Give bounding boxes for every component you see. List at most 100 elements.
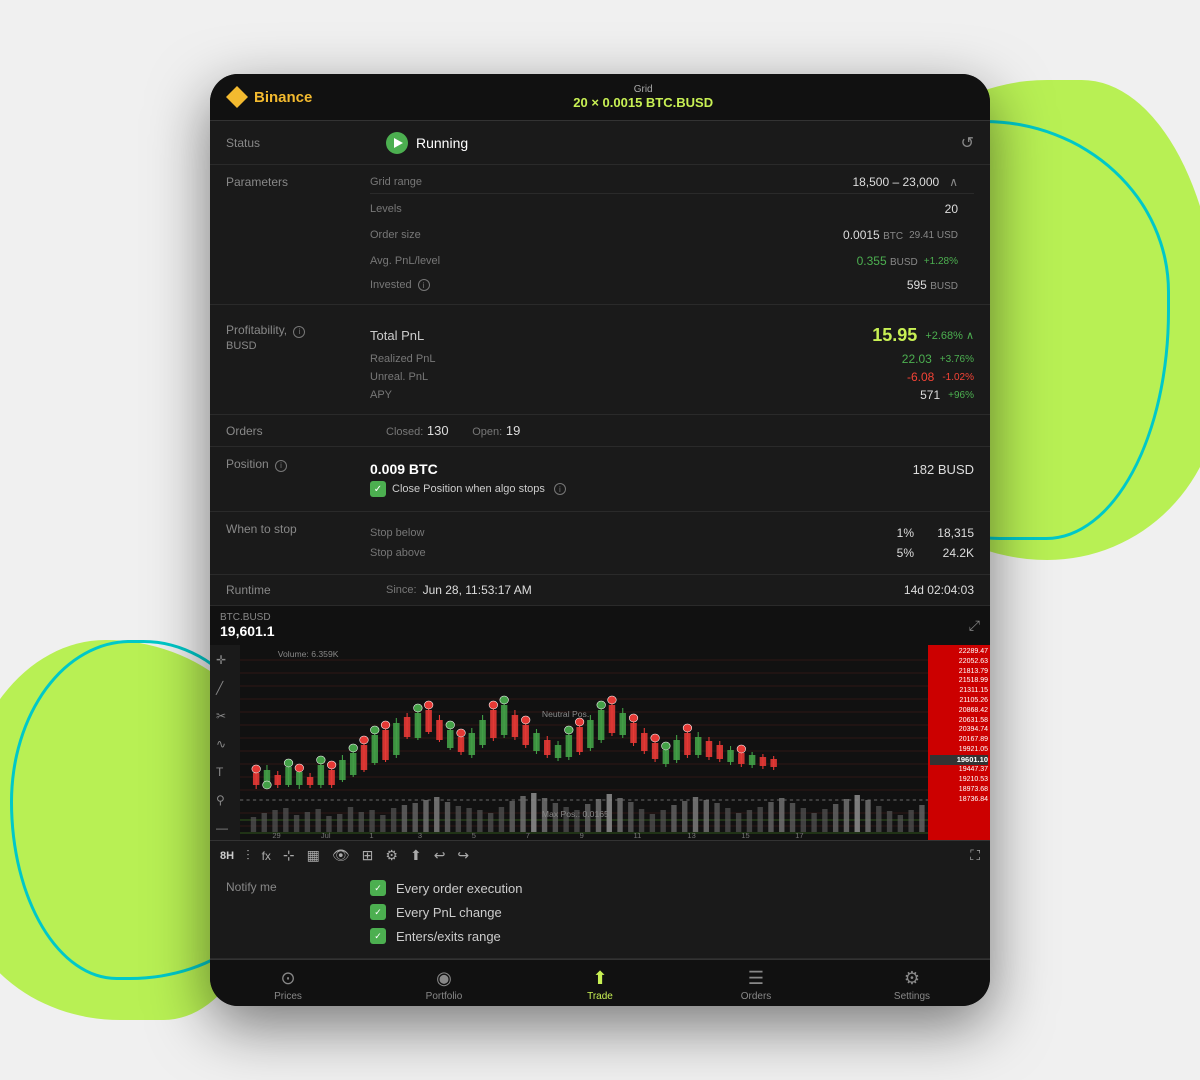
layout-icon[interactable]: ▦ <box>307 847 320 864</box>
invested-value: 595 BUSD <box>907 278 958 292</box>
svg-text:9: 9 <box>580 831 584 840</box>
svg-text:15: 15 <box>741 831 749 840</box>
crosshair-icon[interactable]: ✛ <box>216 653 234 667</box>
settings-nav-icon: ⚙ <box>904 968 920 989</box>
notify-label: Notify me <box>210 866 370 908</box>
redo-icon[interactable]: ↪ <box>457 847 469 864</box>
crosshair-toolbar-icon[interactable]: ⊹ <box>283 847 295 864</box>
position-section: Position i 0.009 BTC 182 BUSD ✓ Close Po… <box>210 447 990 512</box>
line-tool-icon[interactable]: ╱ <box>216 681 234 695</box>
svg-text:13: 13 <box>687 831 695 840</box>
notify-checkbox-2[interactable]: ✓ <box>370 928 386 944</box>
price-tick-5: 21311.15 <box>930 686 988 696</box>
price-tick-3: 21813.79 <box>930 667 988 677</box>
stop-below-label: Stop below <box>370 527 874 539</box>
portfolio-icon: ◉ <box>436 968 452 989</box>
svg-text:Max Pos.: 0.0165: Max Pos.: 0.0165 <box>542 809 609 819</box>
parameters-section: Parameters Grid range 18,500 – 23,000 ∧ … <box>210 165 990 305</box>
realized-pnl-pct: +3.76% <box>940 354 974 365</box>
stop-above-label: Stop above <box>370 547 874 559</box>
nav-item-prices[interactable]: ⊙ Prices <box>210 968 366 1002</box>
notify-checkbox-1[interactable]: ✓ <box>370 904 386 920</box>
grid-range-value: 18,500 – 23,000 <box>852 175 939 189</box>
layers-icon[interactable]: ⊞ <box>362 847 374 864</box>
trade-label: Trade <box>587 991 613 1002</box>
curve-icon[interactable]: ∿ <box>216 737 234 751</box>
position-content: 0.009 BTC 182 BUSD ✓ Close Position when… <box>370 447 990 511</box>
svg-text:29: 29 <box>272 831 280 840</box>
nav-item-portfolio[interactable]: ◉ Portfolio <box>366 968 522 1002</box>
position-busd: 182 BUSD <box>913 462 974 477</box>
price-tick-4: 21518.99 <box>930 676 988 686</box>
orders-nav-label: Orders <box>741 991 772 1002</box>
price-tick-current: 19601.10 <box>930 755 988 766</box>
fx-icon[interactable]: fx <box>262 849 271 863</box>
chart-symbol: BTC.BUSD <box>220 612 275 623</box>
price-tick-1: 22289.47 <box>930 647 988 657</box>
unrealized-pnl-label: Unreal. PnL <box>370 371 907 383</box>
notify-text-1: Every PnL change <box>396 905 502 920</box>
refresh-icon[interactable]: ↺ <box>961 133 974 153</box>
when-to-stop-label: When to stop <box>210 512 370 574</box>
price-axis: 22289.47 22052.63 21813.79 21518.99 2131… <box>928 645 990 840</box>
apy-label: APY <box>370 389 920 401</box>
svg-text:17: 17 <box>795 831 803 840</box>
close-position-text: Close Position when algo stops <box>392 483 545 495</box>
closed-label: Closed: <box>386 426 423 438</box>
exchange-name: Binance <box>254 89 312 106</box>
orders-content: Closed: 130 Open: 19 <box>386 423 540 438</box>
stop-below-pct: 1% <box>874 526 914 540</box>
bottom-nav: ⊙ Prices ◉ Portfolio ⬆ Trade ☰ Orders ⚙ … <box>210 959 990 1006</box>
chart-svg-area: ✛ ╱ ✂ ∿ T ⚲ — <box>210 645 990 840</box>
undo-icon[interactable]: ↩ <box>434 847 446 864</box>
play-triangle <box>394 138 403 148</box>
fullscreen-icon[interactable]: ⛶ <box>970 847 980 864</box>
runtime-since-label: Since: <box>386 584 417 596</box>
profitability-section: Profitability, i BUSD Total PnL 15.95 +2… <box>210 305 990 415</box>
profitability-info-icon[interactable]: i <box>293 326 305 338</box>
invested-info-icon[interactable]: i <box>418 279 430 291</box>
profitability-label: Profitability, i BUSD <box>210 313 370 414</box>
runtime-label: Runtime <box>226 583 386 597</box>
price-tick-13: 19210.53 <box>930 775 988 785</box>
avg-pnl-value: 0.355 BUSD <box>857 254 918 268</box>
close-position-row: ✓ Close Position when algo stops i <box>370 481 974 507</box>
text-tool-icon[interactable]: T <box>216 765 234 779</box>
eye-icon[interactable]: 👁 <box>332 847 350 864</box>
price-tick-2: 22052.63 <box>930 657 988 667</box>
total-pnl-row: Total PnL 15.95 +2.68% ∧ <box>370 317 974 350</box>
portfolio-label: Portfolio <box>426 991 463 1002</box>
parameters-content: Grid range 18,500 – 23,000 ∧ Levels 20 O… <box>370 165 990 304</box>
when-to-stop-section: When to stop Stop below 1% 18,315 Stop a… <box>210 512 990 575</box>
notify-wrapper: Notify me ✓ Every order execution ✓ Ever… <box>210 866 990 958</box>
close-pos-info-icon[interactable]: i <box>554 483 566 495</box>
top-bar-center: Grid 20 × 0.0015 BTC.BUSD <box>312 84 974 110</box>
realized-pnl-row: Realized PnL 22.03 +3.76% <box>370 350 974 368</box>
play-icon <box>386 132 408 154</box>
notify-item-0: ✓ Every order execution <box>370 876 974 900</box>
nav-item-trade[interactable]: ⬆ Trade <box>522 968 678 1002</box>
nav-item-orders[interactable]: ☰ Orders <box>678 968 834 1002</box>
indicators-icon[interactable]: ⫶ <box>246 847 250 864</box>
nav-item-settings[interactable]: ⚙ Settings <box>834 968 990 1002</box>
position-label: Position i <box>210 447 370 511</box>
avg-pnl-row: Avg. PnL/level 0.355 BUSD +1.28% <box>370 248 974 274</box>
grid-range-row[interactable]: Grid range 18,500 – 23,000 ∧ <box>370 169 974 194</box>
chart-toolbar: 8H ⫶ fx ⊹ ▦ 👁 ⊞ ⚙ ⬆ ↩ ↪ ⛶ <box>210 840 990 866</box>
measure-icon[interactable]: ⚲ <box>216 793 234 807</box>
scissor-icon[interactable]: ✂ <box>216 709 234 723</box>
timeframe-button[interactable]: 8H <box>220 850 234 862</box>
share-icon[interactable]: ⬆ <box>410 847 422 864</box>
chart-expand-icon[interactable]: ⤢ <box>969 617 980 634</box>
realized-pnl-label: Realized PnL <box>370 353 902 365</box>
more-tools-icon[interactable]: — <box>216 821 234 835</box>
collapse-icon: ∧ <box>949 175 958 189</box>
settings-toolbar-icon[interactable]: ⚙ <box>385 847 398 864</box>
position-info-icon[interactable]: i <box>275 460 287 472</box>
position-btc: 0.009 BTC <box>370 461 913 477</box>
notify-text-2: Enters/exits range <box>396 929 501 944</box>
stop-above-value: 24.2K <box>914 546 974 560</box>
close-position-checkbox[interactable]: ✓ <box>370 481 386 497</box>
grid-label: Grid <box>312 84 974 95</box>
notify-checkbox-0[interactable]: ✓ <box>370 880 386 896</box>
